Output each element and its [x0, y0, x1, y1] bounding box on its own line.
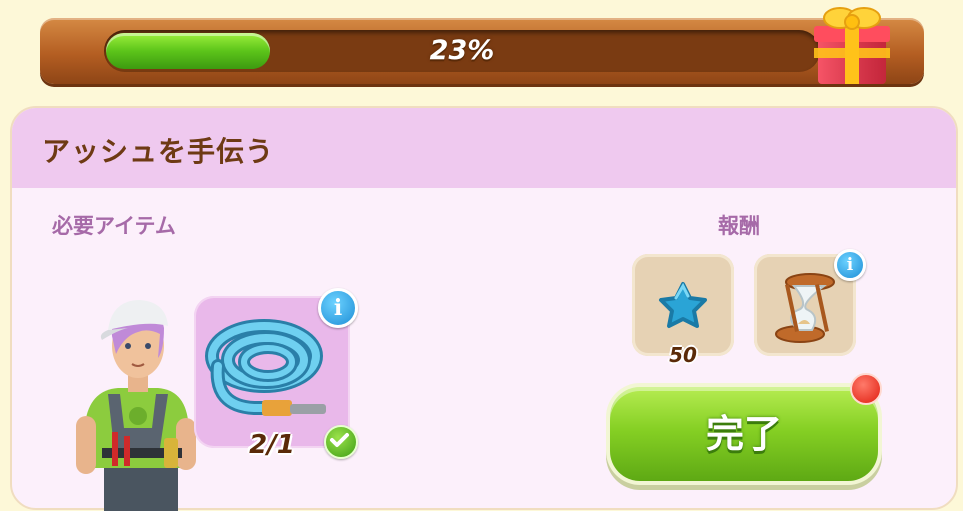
reward-info-icon[interactable]: i — [834, 249, 866, 281]
reward-card-star[interactable] — [632, 254, 734, 356]
complete-button[interactable]: 完了 — [610, 387, 878, 481]
character-ash-avatar — [76, 300, 196, 511]
panel-header: アッシュを手伝う — [12, 108, 956, 188]
checkmark-icon — [324, 425, 358, 459]
complete-button-label: 完了 — [705, 412, 782, 456]
required-items-label: 必要アイテム — [52, 214, 176, 238]
item-info-icon[interactable]: i — [318, 288, 358, 328]
progress-label: 23% — [429, 35, 495, 66]
reward-value: 50 — [669, 343, 697, 367]
gift-box-icon[interactable] — [812, 0, 892, 88]
item-count: 2/1 — [249, 430, 295, 460]
notification-dot — [850, 373, 882, 405]
blue-star-icon — [659, 282, 707, 328]
quest-title: アッシュを手伝う — [42, 135, 275, 168]
reward-label: 報酬 — [718, 214, 760, 238]
